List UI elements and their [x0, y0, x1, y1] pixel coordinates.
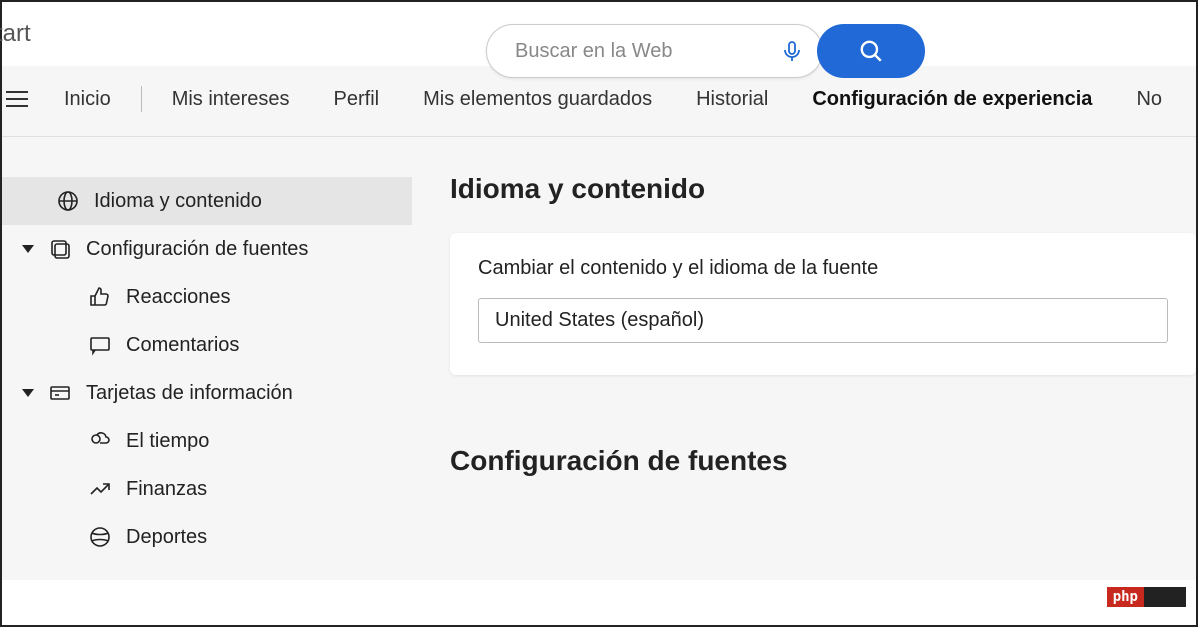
sidebar-item-deportes[interactable]: Deportes	[2, 513, 412, 561]
search-container	[486, 24, 925, 78]
section-title-fuentes: Configuración de fuentes	[450, 445, 1196, 477]
search-button[interactable]	[817, 24, 925, 78]
php-badge-text: php	[1107, 587, 1144, 607]
nav-inicio[interactable]: Inicio	[64, 88, 111, 111]
triangle-icon	[22, 389, 34, 397]
language-card: Cambiar el contenido y el idioma de la f…	[450, 233, 1196, 375]
section-title-idioma: Idioma y contenido	[450, 173, 1196, 205]
sidebar-item-comentarios[interactable]: Comentarios	[2, 321, 412, 369]
nav-perfil[interactable]: Perfil	[334, 88, 380, 111]
triangle-icon	[22, 245, 34, 253]
main-area: Idioma y contenido Configuración de fuen…	[2, 137, 1196, 580]
sidebar-label: Configuración de fuentes	[86, 238, 308, 261]
nav-divider	[141, 86, 142, 112]
nav-guardados[interactable]: Mis elementos guardados	[423, 88, 652, 111]
globe-icon	[56, 189, 80, 213]
sidebar-item-tiempo[interactable]: El tiempo	[2, 417, 412, 465]
nav-notificaciones[interactable]: No	[1136, 88, 1162, 111]
cards-icon	[48, 381, 72, 405]
sidebar-label: Deportes	[126, 526, 207, 549]
sidebar-item-fuentes[interactable]: Configuración de fuentes	[2, 225, 412, 273]
logo-text: tart	[0, 20, 31, 48]
language-select[interactable]: United States (español)	[478, 298, 1168, 343]
sidebar-label: El tiempo	[126, 430, 209, 453]
hamburger-icon[interactable]	[6, 88, 28, 110]
comment-icon	[88, 333, 112, 357]
php-badge: php	[1107, 587, 1186, 607]
sidebar-label: Finanzas	[126, 478, 207, 501]
thumbs-up-icon	[88, 285, 112, 309]
weather-icon	[88, 429, 112, 453]
sidebar-item-finanzas[interactable]: Finanzas	[2, 465, 412, 513]
search-box[interactable]	[486, 24, 823, 78]
microphone-icon[interactable]	[780, 39, 804, 63]
language-card-label: Cambiar el contenido y el idioma de la f…	[478, 257, 1168, 280]
nav-intereses[interactable]: Mis intereses	[172, 88, 290, 111]
sidebar-item-idioma[interactable]: Idioma y contenido	[2, 177, 412, 225]
sports-icon	[88, 525, 112, 549]
sidebar: Idioma y contenido Configuración de fuen…	[2, 137, 412, 580]
sidebar-label: Reacciones	[126, 286, 231, 309]
search-icon	[858, 38, 884, 64]
sidebar-item-reacciones[interactable]: Reacciones	[2, 273, 412, 321]
php-badge-extra	[1144, 587, 1186, 607]
search-input[interactable]	[515, 40, 780, 63]
nav-historial[interactable]: Historial	[696, 88, 768, 111]
nav-configuracion[interactable]: Configuración de experiencia	[812, 88, 1092, 111]
finance-icon	[88, 477, 112, 501]
content-area: Idioma y contenido Cambiar el contenido …	[412, 137, 1196, 580]
sidebar-label: Comentarios	[126, 334, 239, 357]
sidebar-item-tarjetas[interactable]: Tarjetas de información	[2, 369, 412, 417]
header-bar: tart	[2, 2, 1196, 66]
sources-icon	[48, 237, 72, 261]
sidebar-label: Idioma y contenido	[94, 190, 262, 213]
sidebar-label: Tarjetas de información	[86, 382, 293, 405]
